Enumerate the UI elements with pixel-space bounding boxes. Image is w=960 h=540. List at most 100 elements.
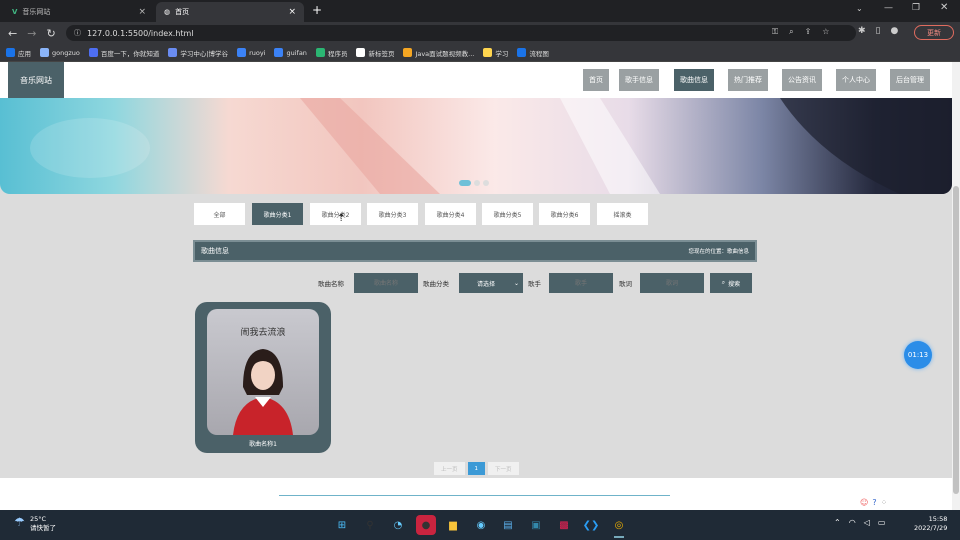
search-button[interactable]: ⌕ 搜索 bbox=[710, 273, 752, 293]
search-icon[interactable]: ⚲ bbox=[360, 515, 380, 535]
nav-songs[interactable]: 歌曲信息 bbox=[674, 69, 714, 91]
site-logo[interactable]: 音乐网站 bbox=[8, 62, 64, 98]
bookmark-item[interactable]: 学习中心|博学谷 bbox=[168, 48, 228, 58]
close-icon[interactable]: × bbox=[288, 7, 296, 17]
bookmark-item[interactable]: 百度一下，你就知道 bbox=[88, 48, 159, 58]
battery-icon[interactable]: ▭ bbox=[878, 518, 886, 527]
category-3[interactable]: 歌曲分类3 bbox=[367, 203, 418, 225]
app-icon[interactable]: ● bbox=[416, 515, 436, 535]
nav-singers[interactable]: 歌手信息 bbox=[619, 69, 659, 91]
back-icon[interactable]: ← bbox=[8, 27, 17, 40]
song-cover[interactable]: 闹我去流浪 bbox=[207, 309, 319, 435]
folder-icon[interactable]: ▆ bbox=[443, 515, 463, 535]
bookmark-item[interactable]: 应用 bbox=[6, 48, 31, 58]
bookmark-item[interactable]: guifan bbox=[274, 48, 307, 57]
close-icon[interactable]: × bbox=[138, 7, 146, 17]
breadcrumb: 您现在的位置：歌曲信息 bbox=[688, 249, 749, 255]
reload-icon[interactable]: ↻ bbox=[46, 27, 55, 40]
volume-icon[interactable]: ◁ bbox=[864, 518, 870, 527]
floating-timer[interactable]: 01:13 bbox=[904, 341, 932, 369]
footer-divider bbox=[279, 495, 670, 496]
category-2[interactable]: 歌曲分类2 bbox=[310, 203, 361, 225]
chat-icon[interactable]: ◔ bbox=[388, 515, 408, 535]
key-icon[interactable]: ⚿ bbox=[772, 27, 778, 37]
help-icon[interactable]: ? bbox=[872, 498, 876, 507]
chevron-up-icon[interactable]: ⌃ bbox=[834, 518, 841, 527]
vscode-icon[interactable]: ❮❯ bbox=[581, 515, 601, 535]
song-category-select[interactable]: 请选择 ⌄ bbox=[459, 273, 523, 293]
site-icon bbox=[274, 48, 284, 57]
site-icon bbox=[517, 48, 527, 57]
bookmark-item[interactable]: 新标签页 bbox=[356, 48, 394, 58]
nav-hot[interactable]: 热门推荐 bbox=[728, 69, 768, 91]
start-icon[interactable]: ⊞ bbox=[332, 515, 352, 535]
carousel-dot[interactable] bbox=[483, 180, 489, 186]
forward-icon[interactable]: → bbox=[27, 27, 36, 40]
category-6[interactable]: 歌曲分类6 bbox=[539, 203, 590, 225]
page-number[interactable]: 1 bbox=[467, 462, 486, 475]
carousel-dot[interactable] bbox=[459, 180, 471, 186]
tab-home[interactable]: ◍ 首页 × bbox=[156, 2, 304, 22]
clock[interactable]: 15:58 2022/7/29 bbox=[914, 515, 947, 533]
song-name[interactable]: 歌曲名称1 bbox=[195, 439, 331, 448]
weather-icon[interactable]: ☂ bbox=[14, 515, 25, 529]
address-actions: ⚿ ⌕ ⇪ ☆ bbox=[772, 27, 829, 37]
emoji-icon[interactable]: ☺ bbox=[860, 498, 868, 507]
idea-icon[interactable]: ▩ bbox=[554, 515, 574, 535]
carousel-dot[interactable] bbox=[474, 180, 480, 186]
maximize-button[interactable]: ❐ bbox=[912, 3, 920, 13]
folder-icon bbox=[483, 48, 493, 57]
sidebar-icon[interactable]: ▯ bbox=[876, 26, 881, 36]
nav-news[interactable]: 公告资讯 bbox=[782, 69, 822, 91]
bookmark-item[interactable]: ruoyi bbox=[237, 48, 265, 57]
zoom-icon[interactable]: ⌕ bbox=[789, 27, 793, 37]
notepad-icon[interactable]: ▤ bbox=[498, 515, 518, 535]
site-icon bbox=[315, 48, 325, 57]
globe-icon: ◍ bbox=[164, 8, 171, 16]
system-tray: ⌃ ◠ ◁ ▭ bbox=[834, 518, 885, 527]
scrollbar-thumb[interactable] bbox=[953, 186, 959, 494]
chevron-down-icon[interactable]: ⌄ bbox=[856, 4, 863, 13]
song-name-label: 歌曲名称 bbox=[318, 280, 344, 288]
extensions-icon[interactable]: ✱ bbox=[858, 26, 866, 36]
nav-home[interactable]: 首页 bbox=[583, 69, 609, 91]
share-icon[interactable]: ⇪ bbox=[805, 27, 812, 37]
profile-icon[interactable]: ● bbox=[891, 26, 899, 36]
star-icon[interactable]: ☆ bbox=[822, 27, 829, 37]
photos-icon[interactable]: ▣ bbox=[526, 515, 546, 535]
nav-profile[interactable]: 个人中心 bbox=[836, 69, 876, 91]
category-1[interactable]: 歌曲分类1 bbox=[252, 203, 303, 225]
more-icon[interactable]: ⁘ bbox=[881, 498, 888, 507]
category-all[interactable]: 全部 bbox=[194, 203, 245, 225]
chevron-down-icon: ⌄ bbox=[513, 279, 519, 287]
site-icon bbox=[356, 48, 366, 57]
info-icon: ⓘ bbox=[74, 29, 81, 37]
next-page-button[interactable]: 下一页 bbox=[488, 462, 519, 475]
singer-input[interactable] bbox=[549, 273, 613, 293]
category-4[interactable]: 歌曲分类4 bbox=[425, 203, 476, 225]
wifi-icon[interactable]: ◠ bbox=[849, 518, 856, 527]
bookmark-item[interactable]: 程序员 bbox=[315, 48, 347, 58]
close-window-button[interactable]: ✕ bbox=[940, 2, 948, 13]
weather-widget[interactable]: 25°C 请快暂了 bbox=[30, 515, 56, 533]
site-icon bbox=[237, 48, 247, 57]
prev-page-button[interactable]: 上一页 bbox=[434, 462, 465, 475]
song-name-input[interactable] bbox=[354, 273, 418, 293]
chrome-icon[interactable]: ◎ bbox=[609, 515, 629, 535]
tab-music-site[interactable]: V 音乐网站 × bbox=[4, 2, 154, 22]
lyric-input[interactable] bbox=[640, 273, 704, 293]
minimize-button[interactable]: — bbox=[884, 3, 893, 13]
bookmark-item[interactable]: Java面试题视频教... bbox=[403, 48, 474, 58]
url-field[interactable]: ⓘ 127.0.0.1:5500/index.html bbox=[66, 25, 856, 41]
category-rock[interactable]: 摇滚类 bbox=[597, 203, 648, 225]
bookmark-item[interactable]: 学习 bbox=[483, 48, 508, 58]
bookmark-item[interactable]: gongzuo bbox=[40, 48, 80, 57]
new-tab-button[interactable]: + bbox=[312, 3, 322, 17]
nav-admin[interactable]: 后台管理 bbox=[890, 69, 930, 91]
update-button[interactable]: 更新 bbox=[914, 25, 954, 40]
bookmarks-bar: 应用 gongzuo 百度一下，你就知道 学习中心|博学谷 ruoyi guif… bbox=[0, 44, 960, 62]
browser-icon[interactable]: ◉ bbox=[471, 515, 491, 535]
category-5[interactable]: 歌曲分类5 bbox=[482, 203, 533, 225]
site-icon bbox=[168, 48, 178, 57]
bookmark-item[interactable]: 流程图 bbox=[517, 48, 549, 58]
